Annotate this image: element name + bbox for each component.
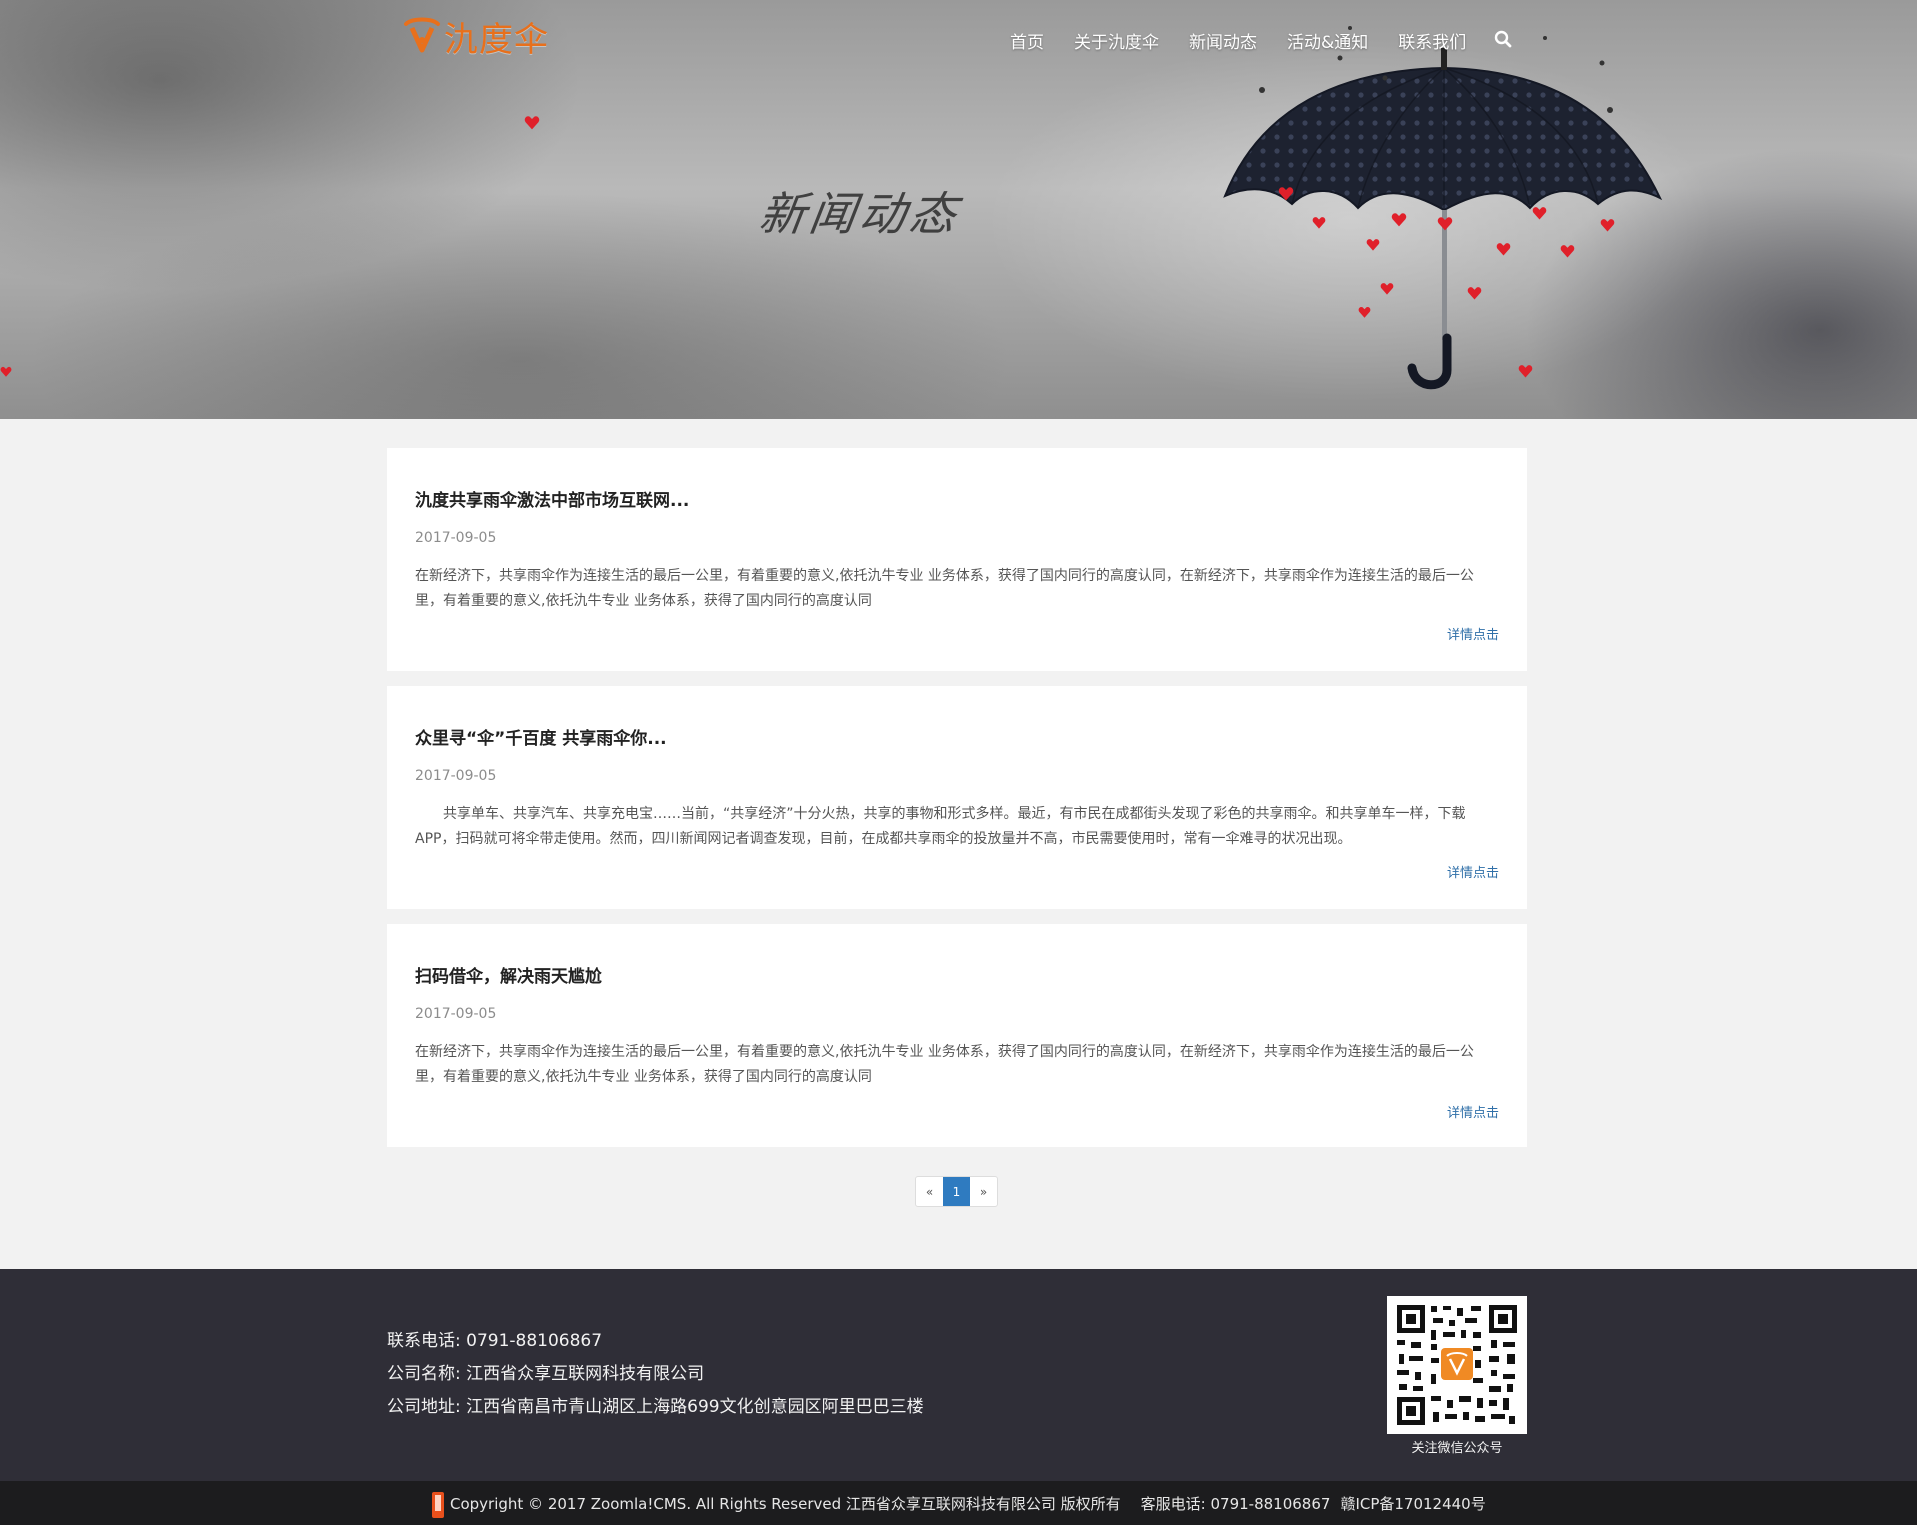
heart-icon [1380,283,1394,295]
nav-home[interactable]: 首页 [1010,28,1044,53]
article-summary: 在新经济下，共享雨伞作为连接生活的最后一公里，有着重要的意义,依托氿牛专业 业务… [415,1044,1474,1085]
wechat-qr-code [1387,1296,1527,1434]
article-summary: 在新经济下，共享雨伞作为连接生活的最后一公里，有着重要的意义,依托氿牛专业 业务… [415,568,1474,609]
article-summary: 共享单车、共享汽车、共享充电宝……当前，“共享经济”十分火热，共享的事物和形式多… [415,806,1466,847]
qr-caption: 关注微信公众号 [1411,1441,1503,1456]
pagination-next[interactable]: » [970,1177,997,1206]
heart-icon [0,366,12,377]
heart-icon [1366,239,1380,251]
read-more-link[interactable]: 详情点击 [1447,1102,1499,1121]
article-title[interactable]: 众里寻“伞”千百度 共享雨伞你... [415,724,667,749]
copyright-text: Copyright © 2017 Zoomla!CMS. All Rights … [450,1494,1121,1513]
mobile-phone-icon [432,1492,444,1518]
article-card: 氿度共享雨伞激法中部市场互联网... 2017-09-05 在新经济下，共享雨伞… [387,448,1527,671]
copyright-text-group: Copyright © 2017 Zoomla!CMS. All Rights … [430,1481,1486,1525]
pagination: « 1 » [915,1176,998,1207]
read-more-link[interactable]: 详情点击 [1447,624,1499,643]
nav-about[interactable]: 关于氿度伞 [1074,28,1159,53]
heart-icon [1518,365,1533,378]
read-more-link[interactable]: 详情点击 [1447,862,1499,881]
umbrella-illustration [1223,26,1663,390]
heart-icon [1560,245,1575,258]
service-phone: 客服电话: 0791-88106867 [1140,1494,1331,1513]
article-date: 2017-09-05 [415,1006,497,1022]
hero-banner: 氿度伞 首页 关于氿度伞 新闻动态 活动&通知 联系我们 新闻动态 [0,0,1917,419]
heart-icon [1600,219,1615,232]
umbrella-logo-icon [404,17,440,53]
logo-text: 氿度伞 [444,19,549,60]
copyright-bar: Copyright © 2017 Zoomla!CMS. All Rights … [0,1481,1917,1525]
footer-phone: 联系电话: 0791-88106867 [387,1331,603,1351]
icp-number[interactable]: 赣ICP备17012440号 [1340,1493,1485,1514]
article-date: 2017-09-05 [415,530,497,546]
heart-icon [1467,287,1482,300]
main-nav: 首页 关于氿度伞 新闻动态 活动&通知 联系我们 [1010,27,1514,53]
heart-icon [1532,207,1547,220]
article-title[interactable]: 氿度共享雨伞激法中部市场互联网... [415,486,689,511]
heart-icon [1437,217,1453,231]
footer: 联系电话: 0791-88106867 公司名称: 江西省众享互联网科技有限公司… [0,1269,1917,1481]
pagination-prev[interactable]: « [916,1177,943,1206]
site-logo[interactable]: 氿度伞 [402,12,549,60]
heart-icon [1312,217,1326,229]
hero-title: 新闻动态 [755,187,964,241]
footer-address: 公司地址: 江西省南昌市青山湖区上海路699文化创意园区阿里巴巴三楼 [387,1397,924,1417]
nav-contact[interactable]: 联系我们 [1398,28,1466,53]
nav-news[interactable]: 新闻动态 [1189,28,1257,53]
article-card: 扫码借伞，解决雨天尴尬 2017-09-05 在新经济下，共享雨伞作为连接生活的… [387,924,1527,1147]
heart-icon [1278,187,1294,201]
footer-company: 公司名称: 江西省众享互联网科技有限公司 [387,1364,705,1384]
nav-events[interactable]: 活动&通知 [1287,28,1368,53]
heart-icon [1391,213,1407,227]
heart-icon [524,116,540,130]
pagination-page[interactable]: 1 [943,1177,970,1206]
article-date: 2017-09-05 [415,768,497,784]
search-icon[interactable] [1494,30,1514,50]
article-title[interactable]: 扫码借伞，解决雨天尴尬 [415,962,602,987]
heart-icon [1358,307,1371,318]
article-card: 众里寻“伞”千百度 共享雨伞你... 2017-09-05 共享单车、共享汽车、… [387,686,1527,909]
heart-icon [1496,243,1511,256]
